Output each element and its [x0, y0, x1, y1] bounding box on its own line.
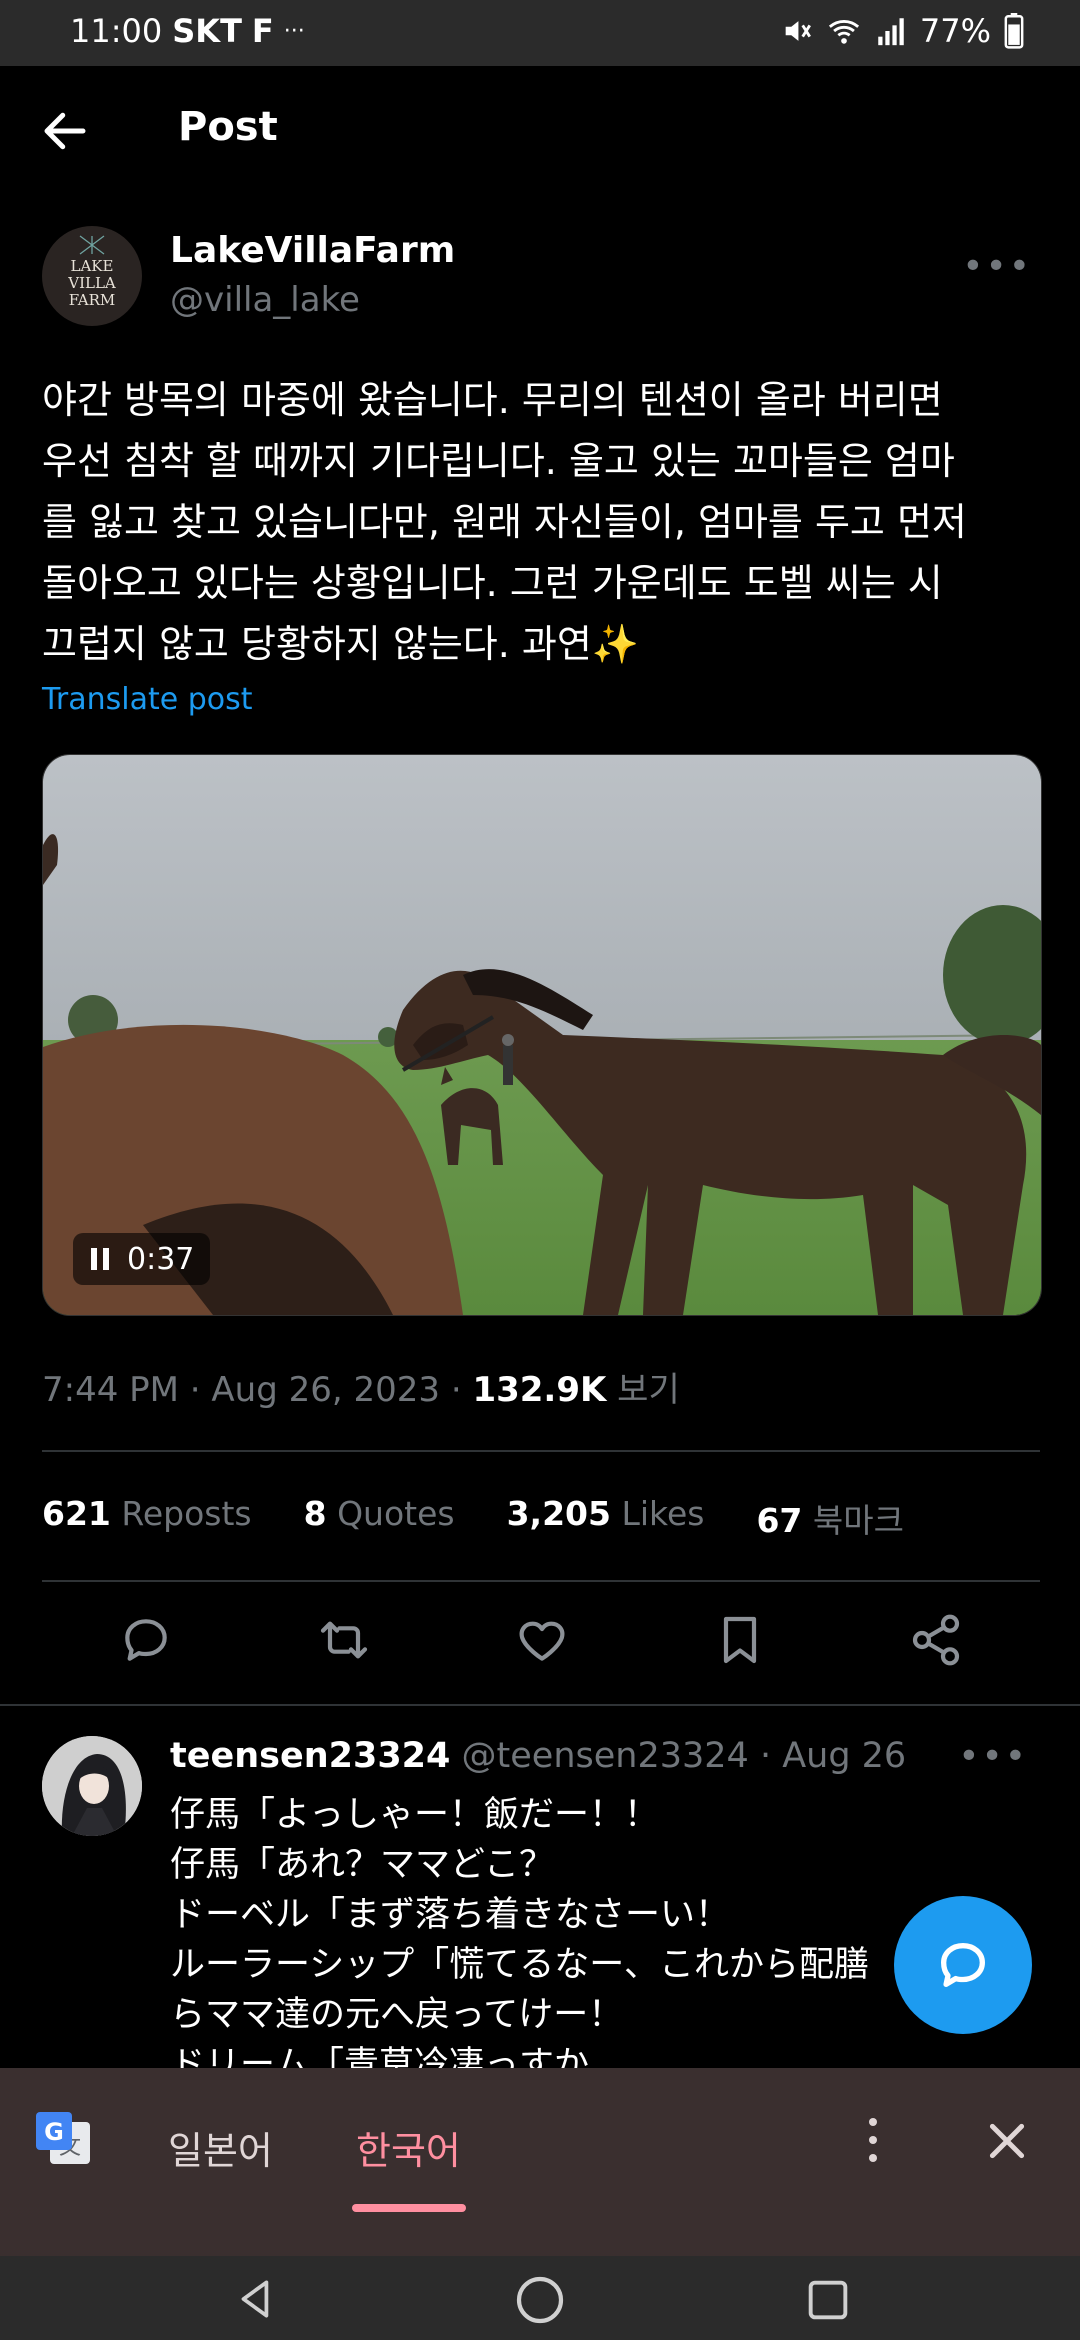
logo-line: LAKE [70, 256, 114, 275]
quotes-stat[interactable]: 8 Quotes [304, 1494, 455, 1542]
nav-back-icon[interactable] [228, 2274, 284, 2324]
post-text-line: 우선 침착 할 때까지 기다립니다. 울고 있는 꼬마들은 엄마 [42, 439, 955, 483]
divider [42, 1450, 1040, 1452]
top-bar: Post [0, 66, 1080, 196]
status-carrier: SKT [172, 12, 242, 50]
active-tab-indicator [352, 2204, 466, 2212]
target-language-tab[interactable]: 한국어 [356, 2120, 461, 2175]
author-name[interactable]: LakeVillaFarm [170, 230, 455, 271]
post-text-line: 야간 방목의 마중에 왔습니다. 무리의 텐션이 올라 버리면 [42, 378, 943, 422]
logo-emblem-icon [79, 235, 105, 255]
reply-author-name[interactable]: teensen23324 [170, 1736, 450, 1776]
author-handle[interactable]: @villa_lake [170, 280, 360, 320]
like-icon[interactable] [514, 1612, 570, 1668]
reposts-count: 621 [42, 1494, 111, 1533]
reply-author-handle[interactable]: @teensen23324 [462, 1736, 749, 1776]
video-frame [43, 755, 1041, 1315]
anime-avatar-icon [42, 1736, 142, 1836]
post-text-line: 끄럽지 않고 당황하지 않는다. 과연✨ [42, 622, 640, 666]
logo-line: FARM [68, 290, 116, 309]
reply-date: · Aug 26 [759, 1736, 907, 1776]
source-language-tab[interactable]: 일본어 [168, 2120, 273, 2175]
avatar[interactable]: LAKE VILLA FARM [42, 226, 142, 326]
reposts-label: Reposts [121, 1494, 252, 1533]
nav-recents-icon[interactable] [800, 2274, 856, 2326]
post-text-line: 돌아오고 있다는 상황입니다. 그런 가운데도 도벨 씨는 시 [42, 561, 943, 605]
battery-icon [1004, 13, 1024, 49]
signal-icon [878, 18, 904, 46]
close-icon[interactable] [982, 2116, 1032, 2166]
svg-text:G: G [44, 2118, 64, 2146]
reply-header: teensen23324 @teensen23324 · Aug 26 [170, 1736, 906, 1776]
back-arrow-icon[interactable] [38, 104, 92, 158]
status-extra: F [251, 12, 274, 50]
reply-text-line: 仔馬「よっしゃー！飯だー！！ [170, 1795, 659, 1835]
reposts-stat[interactable]: 621 Reposts [42, 1494, 252, 1542]
likes-stat[interactable]: 3,205 Likes [507, 1494, 705, 1542]
likes-label: Likes [621, 1494, 705, 1533]
video-time: 0:37 [127, 1241, 195, 1277]
reply-icon[interactable] [118, 1612, 174, 1668]
bookmark-icon[interactable] [712, 1612, 768, 1668]
post-text: 야간 방목의 마중에 왔습니다. 무리의 텐션이 올라 버리면 우선 침착 할 … [42, 370, 1042, 675]
translate-bar: 文 G 일본어 한국어 [0, 2068, 1080, 2256]
views-count: 132.9K [472, 1370, 607, 1410]
video-player[interactable]: 0:37 [42, 754, 1042, 1316]
mute-icon [785, 21, 811, 41]
post-stats: 621 Reposts 8 Quotes 3,205 Likes 67 북마크 [42, 1494, 904, 1542]
wifi-icon [828, 20, 859, 44]
compose-reply-button[interactable] [894, 1896, 1032, 2034]
more-vertical-icon[interactable] [858, 2110, 888, 2170]
action-bar [0, 1612, 1080, 1676]
video-timer[interactable]: 0:37 [73, 1233, 211, 1285]
status-time: 11:00 [70, 12, 163, 50]
post-author: LAKE VILLA FARM LakeVillaFarm @villa_lak… [42, 226, 1042, 336]
reply-text-line: 仔馬「あれ？ママどこ？ [170, 1845, 554, 1885]
status-bar: 11:00 SKT F ··· 77% [0, 0, 1080, 66]
status-more: ··· [283, 18, 305, 44]
share-icon[interactable] [908, 1612, 964, 1668]
views-label: 보기 [606, 1370, 680, 1410]
post-text-line: 를 잃고 찾고 있습니다만, 원래 자신들이, 엄마를 두고 먼저 [42, 500, 967, 544]
reply-more-options-icon[interactable]: ••• [958, 1736, 1028, 1777]
bookmarks-label: 북마크 [812, 1501, 904, 1540]
likes-count: 3,205 [506, 1494, 611, 1533]
avatar-logo-text: LAKE VILLA FARM [68, 256, 116, 309]
bookmarks-stat[interactable]: 67 북마크 [756, 1494, 904, 1542]
quotes-count: 8 [303, 1494, 327, 1533]
nav-home-icon[interactable] [512, 2272, 568, 2328]
more-options-icon[interactable]: ••• [962, 246, 1032, 287]
bookmarks-count: 67 [756, 1501, 803, 1540]
divider [42, 1580, 1040, 1582]
battery-percent: 77% [919, 12, 991, 50]
logo-line: VILLA [68, 273, 116, 292]
repost-icon[interactable] [316, 1612, 372, 1668]
page-title: Post [178, 104, 278, 150]
google-translate-icon[interactable]: 文 G [34, 2110, 92, 2168]
reply-avatar[interactable] [42, 1736, 142, 1836]
post-timestamp: 7:44 PM · Aug 26, 2023 · [42, 1370, 473, 1410]
post-meta: 7:44 PM · Aug 26, 2023 · 132.9K 보기 [42, 1362, 680, 1411]
system-nav-bar [0, 2256, 1080, 2340]
quotes-label: Quotes [337, 1494, 455, 1533]
translate-post-link[interactable]: Translate post [42, 682, 253, 717]
reply-post[interactable]: teensen23324 @teensen23324 · Aug 26 ••• … [0, 1704, 1080, 2086]
chat-bubble-icon [941, 1943, 985, 1987]
pause-icon[interactable] [89, 1246, 111, 1272]
